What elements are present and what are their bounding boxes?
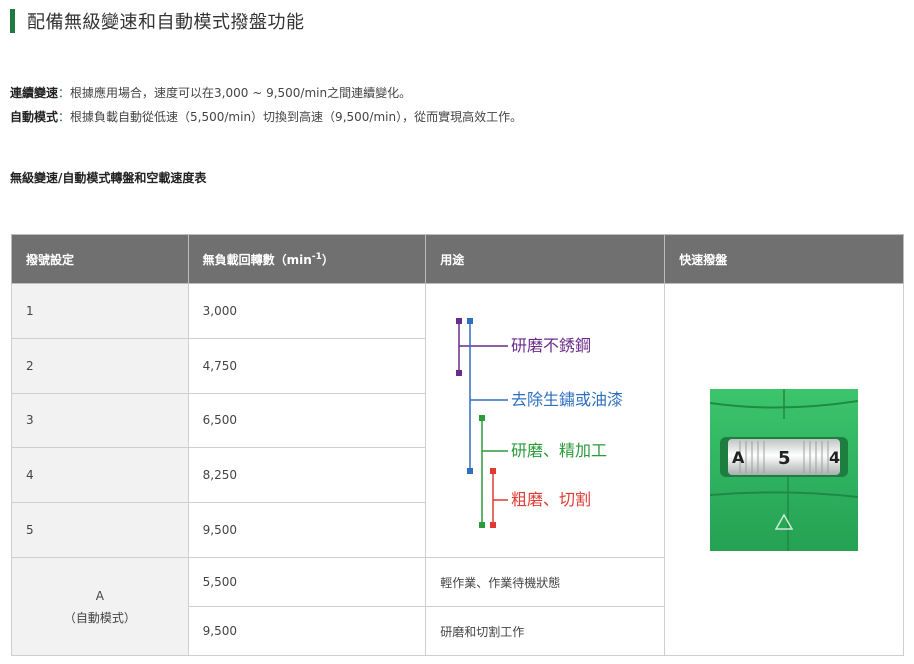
- speed-table: 撥號設定 無負載回轉數（min-1） 用途 快速撥盤 1 3,000 研磨不銹鋼: [11, 234, 904, 656]
- green-marker-top: [479, 415, 486, 421]
- purple-marker-top: [456, 318, 463, 324]
- description-auto: 自動模式：根據負載自動從低速（5,500/min）切換到高速（9,500/min…: [10, 108, 522, 125]
- use-label-finishing: 研磨、精加工: [511, 441, 607, 460]
- speed-cell: 3,000: [187, 283, 427, 339]
- red-marker-top: [490, 468, 497, 474]
- header-dial: 快速撥盤: [664, 234, 904, 284]
- speed-cell: 8,250: [187, 447, 427, 504]
- use-diagram-cell: 研磨不銹鋼 去除生鏽或油漆 研磨、精加工 粗磨、切割: [425, 283, 666, 558]
- page-title: 配備無級變速和自動模式撥盤功能: [27, 12, 305, 33]
- desc-text: 根據負載自動從低速（5,500/min）切換到高速（9,500/min），從而實…: [70, 110, 523, 124]
- speed-cell: 9,500: [187, 606, 427, 656]
- purple-marker-bottom: [456, 370, 463, 376]
- dial-mark-a: A: [732, 448, 745, 467]
- dial-image-cell: A 5 4: [664, 283, 904, 656]
- section-heading: 配備無級變速和自動模式撥盤功能: [10, 8, 305, 34]
- header-use: 用途: [425, 234, 666, 284]
- use-diagram: 研磨不銹鋼 去除生鏽或油漆 研磨、精加工 粗磨、切割: [456, 318, 623, 528]
- desc-label: 連續變速: [10, 86, 59, 100]
- speed-cell: 4,750: [187, 337, 427, 394]
- use-cell: 輕作業、作業待機狀態: [425, 557, 666, 607]
- desc-text: 根據應用場合，速度可以在3,000 ~ 9,500/min之間連續變化。: [70, 86, 412, 100]
- desc-colon: ：: [58, 110, 71, 124]
- desc-colon: ：: [58, 86, 71, 100]
- blue-marker-bottom: [467, 468, 474, 474]
- dial-mark-5: 5: [778, 448, 791, 469]
- green-marker-bottom: [479, 522, 486, 528]
- setting-cell: 4: [11, 447, 189, 504]
- description-continuous: 連續變速：根據應用場合，速度可以在3,000 ~ 9,500/min之間連續變化…: [10, 84, 411, 101]
- setting-cell: 2: [11, 337, 189, 394]
- table-header-row: 撥號設定 無負載回轉數（min-1） 用途 快速撥盤: [11, 234, 904, 284]
- speed-cell: 9,500: [187, 502, 427, 558]
- speed-dial-image: A 5 4: [709, 388, 859, 551]
- setting-cell: 5: [11, 502, 189, 558]
- red-marker-bottom: [490, 522, 497, 528]
- use-label-cutting: 粗磨、切割: [511, 490, 591, 509]
- speed-cell: 6,500: [187, 392, 427, 449]
- auto-setting-label: A: [95, 588, 104, 603]
- dial-mark-4: 4: [829, 448, 840, 467]
- auto-setting-sublabel: （自動模式）: [63, 610, 136, 625]
- setting-cell-auto: A （自動模式）: [11, 557, 189, 656]
- setting-cell: 1: [11, 283, 189, 339]
- use-cell: 研磨和切割工作: [425, 606, 666, 656]
- header-setting: 撥號設定: [11, 234, 189, 284]
- heading-accent-bar: [10, 9, 15, 33]
- table-row: 1 3,000 研磨不銹鋼 去除生鏽或油漆 研磨、精加工 粗磨、切割 A 5 4: [11, 283, 904, 656]
- speed-cell: 5,500: [187, 557, 427, 607]
- use-label-stainless: 研磨不銹鋼: [511, 336, 591, 355]
- setting-cell: 3: [11, 392, 189, 449]
- desc-label: 自動模式: [10, 110, 59, 124]
- table-title: 無級變速/自動模式轉盤和空載速度表: [10, 171, 207, 185]
- header-speed: 無負載回轉數（min-1）: [187, 234, 427, 284]
- use-label-rust: 去除生鏽或油漆: [511, 390, 623, 409]
- blue-marker-top: [467, 318, 474, 324]
